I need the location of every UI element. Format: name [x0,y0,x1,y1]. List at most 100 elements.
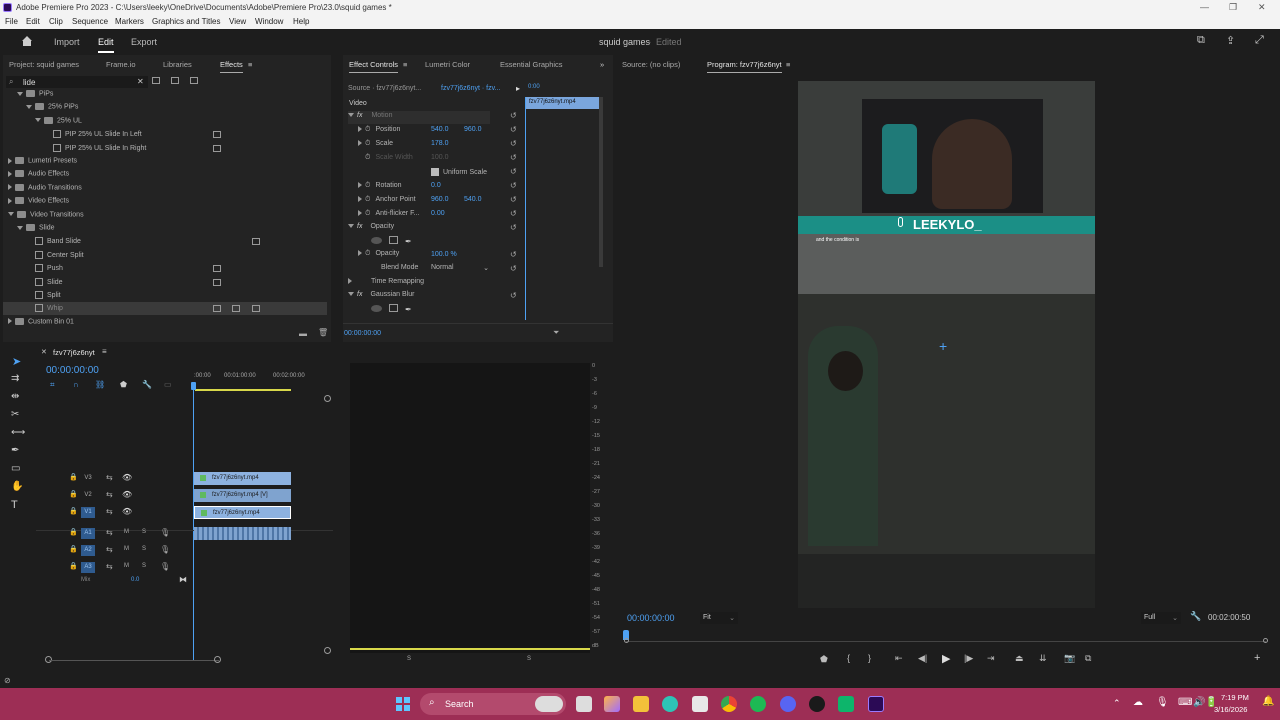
track-lock-icon[interactable]: 🔒 [69,473,78,481]
source-label[interactable]: Source · fzv77j6z6nyt... [348,85,421,98]
capcut-icon[interactable] [809,696,825,712]
reset-parameter-icon[interactable]: ↺ [510,139,517,148]
mix-value[interactable]: 0.0 [131,577,139,583]
lift-icon[interactable]: ⏏ [1015,653,1024,664]
go-to-edit-point-icon[interactable]: ⧓ [179,575,187,584]
program-scrubber[interactable] [626,641,1266,642]
audio-clip[interactable] [194,527,291,540]
sequence-label[interactable]: fzv77j6z6nyt · fzv... [441,85,500,98]
track-label[interactable]: A2 [81,545,95,556]
fit-dropdown[interactable]: Fit ⌄ [700,612,738,624]
reset-parameter-icon[interactable]: ↺ [510,111,517,120]
sync-lock-icon[interactable]: ⇆ [106,528,113,537]
param-value-2[interactable]: 960.0 [464,126,482,139]
param-value-1[interactable]: 0.0 [431,182,441,195]
sync-lock-icon[interactable]: ⇆ [106,473,113,482]
track-label[interactable]: V3 [81,473,95,484]
reset-parameter-icon[interactable]: ↺ [510,181,517,190]
tray-chevron-icon[interactable]: ⌃ [1113,698,1121,709]
mark-in-icon[interactable]: { [847,653,850,663]
effects-tree-item[interactable]: 25% PiPs [3,101,327,114]
effects-search[interactable]: ⌕ lide ✕ [6,76,148,88]
microphone-icon[interactable]: 🎙 [1156,697,1169,708]
reset-parameter-icon[interactable]: ↺ [510,250,517,259]
discord-icon[interactable] [780,696,796,712]
tab-effects[interactable]: Effects [220,60,243,73]
chrome-icon[interactable] [721,696,737,712]
xbox-icon[interactable] [838,696,854,712]
param-row[interactable]: ⏱ Anchor Point [358,195,416,208]
clear-search-icon[interactable]: ✕ [137,77,144,86]
effects-tree-item[interactable]: PiPs [3,88,327,101]
eye-icon[interactable]: 👁 [122,473,132,482]
share-icon[interactable]: ⇪ [1226,34,1235,47]
reset-parameter-icon[interactable]: ↺ [510,195,517,204]
effects-tree-item[interactable]: Custom Bin 01 [3,316,327,329]
mark-out-icon[interactable]: } [868,653,871,663]
play-icon[interactable]: ▶ [942,652,950,665]
param-row[interactable]: ⏱ Scale [358,139,393,152]
ec-playhead[interactable] [525,97,526,320]
mute-button[interactable]: M [124,529,129,535]
tab-frameio[interactable]: Frame.io [106,60,136,69]
timeline-clip[interactable]: fzv77j6z6nyt.mp4 [V] [194,489,291,502]
opacity-effect-row[interactable]: fx Opacity [348,223,394,236]
timeline-clip[interactable]: fzv77j6z6nyt.mp4 [194,472,291,485]
param-value-1[interactable]: 540.0 [431,126,449,139]
tab-import[interactable]: Import [54,37,80,47]
param-value-1[interactable]: 178.0 [431,140,449,153]
reset-parameter-icon[interactable]: ↺ [510,167,517,176]
maximize-button[interactable]: ❐ [1229,2,1237,13]
effects-tree-item[interactable]: Lumetri Presets [3,155,327,168]
razor-tool-icon[interactable]: ✂ [11,409,19,420]
comparison-view-icon[interactable]: ⧉ [1085,653,1091,664]
param-row[interactable]: ⏱ Scale Width [358,153,413,166]
tab-edit[interactable]: Edit [98,37,114,53]
reset-parameter-icon[interactable]: ↺ [510,223,517,232]
program-video-frame[interactable]: LEEKYLO_ and the condition is + [798,81,1095,608]
yuv-effects-icon[interactable] [190,77,198,84]
ec-scrollbar[interactable] [599,97,603,267]
store-icon[interactable] [692,696,708,712]
reset-parameter-icon[interactable]: ↺ [510,209,517,218]
solo-button[interactable]: S [142,563,146,569]
tab-libraries[interactable]: Libraries [163,60,192,69]
linked-selection-icon[interactable]: ⛓ [95,380,105,389]
time-remapping-row[interactable]: Time Remapping [348,278,424,291]
onedrive-icon[interactable]: ☁ [1133,697,1143,708]
blend-mode-dropdown[interactable]: Normal ⌄ [431,264,491,277]
track-lock-icon[interactable]: 🔒 [69,490,78,498]
notifications-icon[interactable]: 🔔 [1262,696,1274,707]
work-area-bar[interactable] [195,389,291,391]
search-input[interactable]: lide [23,78,35,87]
solo-button[interactable]: S [142,546,146,552]
eye-icon[interactable]: 👁 [122,507,132,516]
tab-effect-controls[interactable]: Effect Controls [349,60,399,73]
param-row[interactable]: ⏱ Rotation [358,181,402,194]
export-frame-icon[interactable]: 📷 [1064,653,1075,664]
reset-parameter-icon[interactable]: ↺ [510,153,517,162]
type-tool-icon[interactable]: T [11,499,18,511]
sync-lock-icon[interactable]: ⇆ [106,545,113,554]
solo-button[interactable]: S [142,529,146,535]
step-back-icon[interactable]: ◀| [918,653,927,664]
taskbar-search[interactable]: ⌕ Search [420,693,566,715]
sync-lock-icon[interactable]: ⇆ [106,490,113,499]
motion-effect-row[interactable]: fx Motion [348,111,490,124]
premiere-taskbar-icon[interactable] [868,696,884,712]
extract-icon[interactable]: ⇊ [1039,653,1047,664]
step-forward-icon[interactable]: |▶ [964,653,973,664]
copilot-icon[interactable] [604,696,620,712]
effects-tree-item[interactable]: Video Effects [3,195,327,208]
effects-tree-item[interactable]: Center Split [3,249,327,262]
effects-tree-item[interactable]: Split [3,289,327,302]
fullscreen-icon[interactable]: ⤢ [1255,34,1264,47]
settings-wrench-icon[interactable]: 🔧 [1190,611,1201,622]
32bit-effects-icon[interactable] [171,77,179,84]
effects-tree-item[interactable]: PIP 25% UL Slide In Right [3,142,327,155]
solo-right[interactable]: S [527,656,531,662]
eye-icon[interactable]: 👁 [122,490,132,499]
slip-tool-icon[interactable]: ⟷ [11,427,25,438]
clock-time[interactable]: 7:19 PM [1221,693,1249,702]
sync-lock-icon[interactable]: ⇆ [106,562,113,571]
